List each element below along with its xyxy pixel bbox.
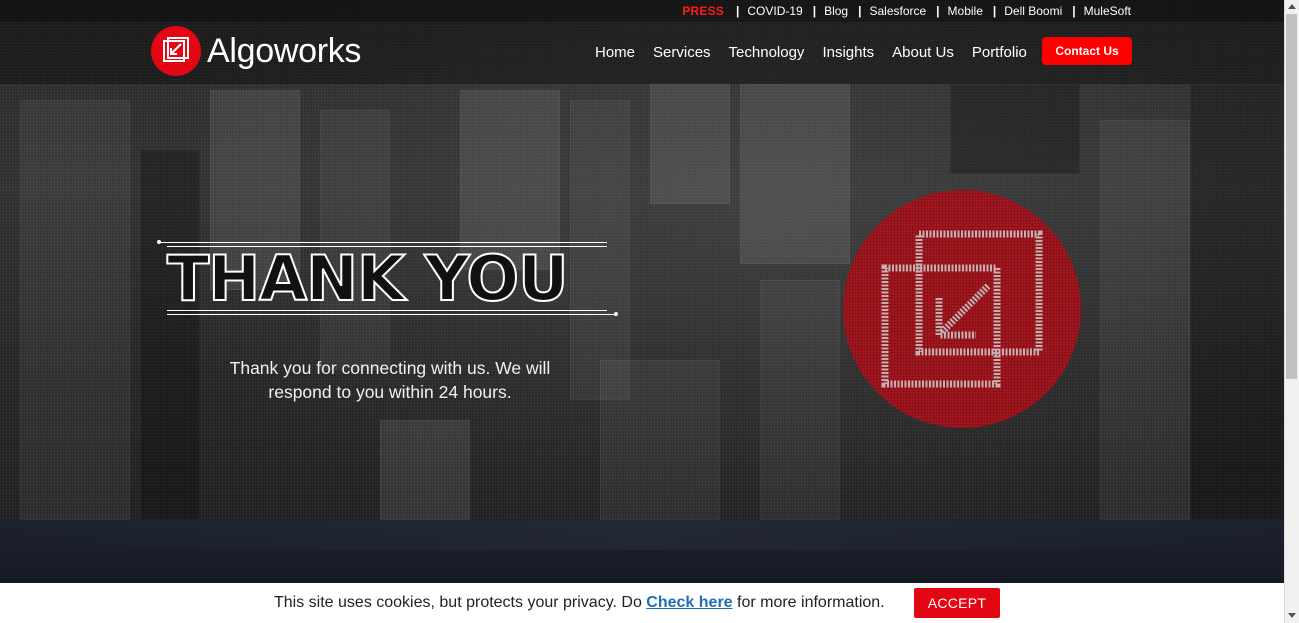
brand-emblem-icon: [843, 190, 1081, 428]
press-link[interactable]: PRESS: [682, 4, 724, 18]
nav-about-us[interactable]: About Us: [892, 44, 954, 61]
main-nav: Home Services Technology Insights About …: [595, 44, 1045, 61]
mulesoft-link[interactable]: MuleSoft: [1084, 4, 1131, 18]
thank-you-message: Thank you for connecting with us. We wil…: [229, 358, 551, 402]
nav-services[interactable]: Services: [653, 44, 711, 61]
top-utility-bar: PRESS | COVID-19 | Blog | Salesforce | M…: [0, 0, 1284, 22]
salesforce-link[interactable]: Salesforce: [869, 4, 926, 18]
scroll-down-arrow-icon[interactable]: [1288, 613, 1296, 618]
nav-insights[interactable]: Insights: [822, 44, 874, 61]
logo-mark-icon: [151, 26, 201, 76]
mobile-link[interactable]: Mobile: [948, 4, 983, 18]
blog-link[interactable]: Blog: [824, 4, 848, 18]
nav-home[interactable]: Home: [595, 44, 635, 61]
cookie-banner: This site uses cookies, but protects you…: [0, 583, 1284, 623]
thank-you-heading-block: THANK YOU: [157, 240, 619, 318]
contact-us-button[interactable]: Contact Us: [1042, 37, 1132, 65]
cookie-accept-button[interactable]: ACCEPT: [914, 588, 1000, 618]
brand-name: Algoworks: [207, 31, 362, 70]
brand-logo[interactable]: Algoworks: [151, 26, 361, 76]
cookie-message: This site uses cookies, but protects you…: [274, 594, 885, 611]
scroll-up-arrow-icon[interactable]: [1288, 4, 1296, 9]
covid-link[interactable]: COVID-19: [747, 4, 802, 18]
utility-links: PRESS | COVID-19 | Blog | Salesforce | M…: [682, 4, 1131, 18]
scrollbar-thumb[interactable]: [1286, 14, 1297, 379]
nav-portfolio[interactable]: Portfolio: [972, 44, 1027, 61]
cookie-check-here-link[interactable]: Check here: [646, 594, 732, 611]
nav-technology[interactable]: Technology: [729, 44, 805, 61]
thank-you-title: THANK YOU: [166, 242, 569, 315]
dell-boomi-link[interactable]: Dell Boomi: [1004, 4, 1062, 18]
